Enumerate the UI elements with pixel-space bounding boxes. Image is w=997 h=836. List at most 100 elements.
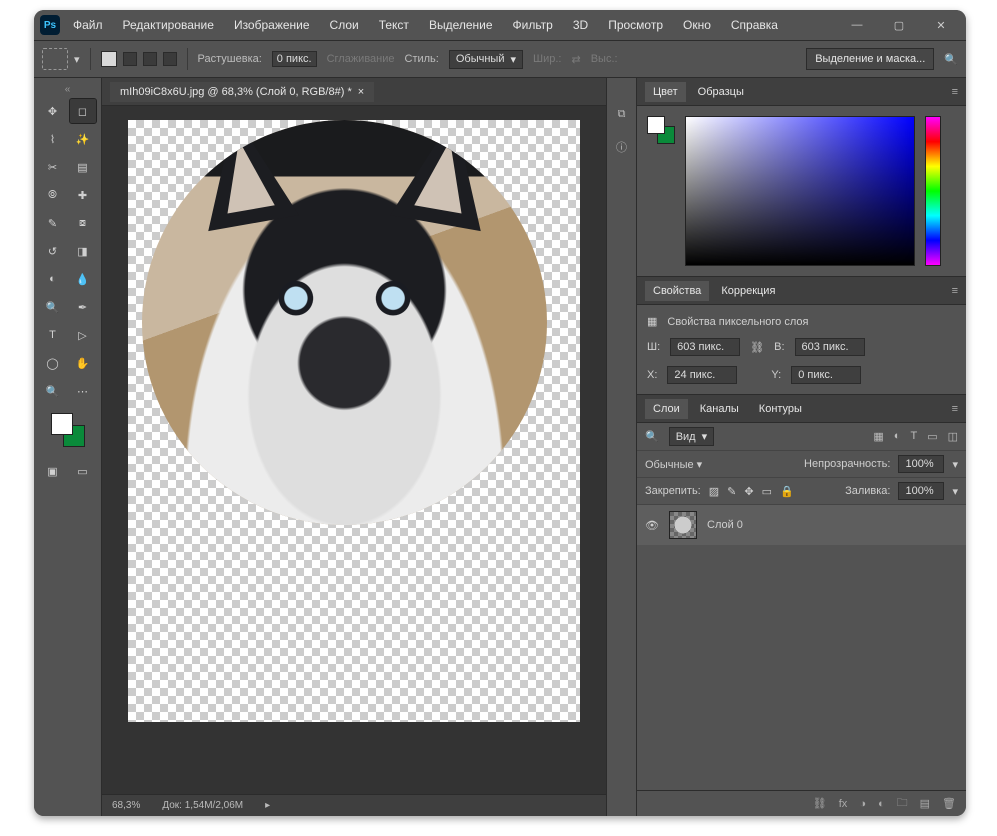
filter-adjust-icon[interactable]: ◐ [894, 430, 901, 443]
document-tab[interactable]: mIh09iC8x6U.jpg @ 68,3% (Слой 0, RGB/8#)… [110, 82, 374, 102]
menu-edit[interactable]: Редактирование [116, 14, 221, 36]
layer-name[interactable]: Слой 0 [707, 519, 743, 531]
mini-color-swatch[interactable] [647, 116, 675, 144]
marquee-tool[interactable]: ◻ [70, 99, 96, 123]
color-swatch[interactable] [51, 413, 85, 447]
info-panel-icon[interactable]: ⓘ [616, 139, 627, 155]
lock-all-icon[interactable]: 🔒 [780, 485, 794, 498]
shape-tool[interactable]: ◯ [40, 351, 66, 375]
menu-file[interactable]: Файл [66, 14, 110, 36]
tab-layers[interactable]: Слои [645, 399, 688, 419]
menu-select[interactable]: Выделение [422, 14, 500, 36]
eraser-tool[interactable]: ◨ [70, 239, 96, 263]
gradient-tool[interactable]: ◐ [40, 267, 66, 291]
panel-search-icon[interactable]: 🔍 [944, 53, 958, 66]
tab-channels[interactable]: Каналы [692, 399, 747, 419]
type-tool[interactable]: T [40, 323, 66, 347]
tab-swatches[interactable]: Образцы [690, 82, 752, 102]
eyedropper-tool[interactable]: ⦾ [40, 183, 66, 207]
layer-row[interactable]: 👁 Слой 0 [637, 505, 966, 545]
tab-adjustments[interactable]: Коррекция [713, 281, 783, 301]
window-maximize-button[interactable]: ▢ [880, 15, 918, 35]
new-layer-icon[interactable]: ▤ [920, 797, 930, 810]
menu-3d[interactable]: 3D [566, 14, 595, 36]
select-and-mask-button[interactable]: Выделение и маска... [806, 48, 934, 70]
new-adjustment-icon[interactable]: ◐ [878, 798, 885, 810]
selection-new-icon[interactable] [101, 51, 117, 67]
blend-mode-select[interactable]: Обычные ▾ [645, 458, 796, 471]
style-select[interactable]: Обычный ▾ [449, 50, 523, 69]
hue-slider[interactable] [925, 116, 941, 266]
fg-color-chip[interactable] [647, 116, 665, 134]
color-field[interactable] [685, 116, 915, 266]
filter-type-icon[interactable]: T [910, 430, 917, 443]
collapse-icon[interactable]: « [65, 84, 71, 95]
magic-wand-tool[interactable]: ✨ [70, 127, 96, 151]
canvas-viewport[interactable] [102, 106, 606, 794]
history-panel-icon[interactable]: ⧉ [618, 108, 626, 121]
lock-pixels-icon[interactable]: ✎ [727, 485, 736, 498]
x-input[interactable]: 24 пикс. [667, 366, 737, 384]
selection-intersect-icon[interactable] [163, 52, 177, 66]
lock-artboard-icon[interactable]: ▭ [762, 485, 772, 498]
foreground-color-swatch[interactable] [51, 413, 73, 435]
visibility-toggle-icon[interactable]: 👁 [645, 519, 659, 532]
history-brush-tool[interactable]: ↺ [40, 239, 66, 263]
width-input[interactable]: 603 пикс. [670, 338, 740, 356]
tab-properties[interactable]: Свойства [645, 281, 709, 301]
pen-tool[interactable]: ✒ [70, 295, 96, 319]
opacity-input[interactable]: 100% [898, 455, 944, 473]
tab-color[interactable]: Цвет [645, 82, 686, 102]
chevron-down-icon[interactable]: ▾ [952, 485, 958, 498]
chevron-down-icon[interactable]: ▾ [952, 458, 958, 471]
panel-menu-icon[interactable]: ≡ [952, 86, 958, 98]
close-icon[interactable]: × [358, 86, 364, 98]
lasso-tool[interactable]: ⌇ [40, 127, 66, 151]
window-minimize-button[interactable]: ― [838, 15, 876, 35]
selection-subtract-icon[interactable] [143, 52, 157, 66]
lock-position-icon[interactable]: ✥ [744, 485, 753, 498]
marquee-tool-icon[interactable] [42, 48, 68, 70]
edit-toolbar[interactable]: ⋯ [70, 379, 96, 403]
tab-paths[interactable]: Контуры [751, 399, 810, 419]
zoom-tool[interactable]: 🔍 [40, 379, 66, 403]
menu-layer[interactable]: Слои [323, 14, 366, 36]
fill-input[interactable]: 100% [898, 482, 944, 500]
panel-menu-icon[interactable]: ≡ [952, 403, 958, 415]
hand-tool[interactable]: ✋ [70, 351, 96, 375]
selection-add-icon[interactable] [123, 52, 137, 66]
menu-view[interactable]: Просмотр [601, 14, 670, 36]
healing-tool[interactable]: ✚ [70, 183, 96, 207]
layer-mask-icon[interactable]: ◑ [859, 798, 866, 810]
layer-thumbnail[interactable] [669, 511, 697, 539]
brush-tool[interactable]: ✎ [40, 211, 66, 235]
zoom-level[interactable]: 68,3% [112, 800, 140, 811]
menu-help[interactable]: Справка [724, 14, 785, 36]
filter-kind-select[interactable]: Вид ▾ [669, 427, 714, 446]
chevron-down-icon[interactable]: ▾ [74, 53, 80, 66]
menu-window[interactable]: Окно [676, 14, 718, 36]
menu-type[interactable]: Текст [372, 14, 416, 36]
link-layers-icon[interactable]: ⛓ [813, 797, 827, 810]
canvas[interactable] [128, 120, 580, 722]
layer-fx-icon[interactable]: fx [839, 798, 848, 810]
crop-tool[interactable]: ✂ [40, 155, 66, 179]
stamp-tool[interactable]: ⧇ [70, 211, 96, 235]
feather-input[interactable]: 0 пикс. [272, 51, 317, 67]
y-input[interactable]: 0 пикс. [791, 366, 861, 384]
lock-transparency-icon[interactable]: ▨ [709, 485, 719, 498]
filter-shape-icon[interactable]: ▭ [927, 430, 937, 443]
slice-tool[interactable]: ▤ [70, 155, 96, 179]
path-select-tool[interactable]: ▷ [70, 323, 96, 347]
panel-menu-icon[interactable]: ≡ [952, 285, 958, 297]
move-tool[interactable]: ✥ [40, 99, 66, 123]
delete-layer-icon[interactable]: 🗑 [942, 797, 956, 810]
blur-tool[interactable]: 💧 [70, 267, 96, 291]
height-input[interactable]: 603 пикс. [795, 338, 865, 356]
filter-pixel-icon[interactable]: ▦ [873, 430, 883, 443]
window-close-button[interactable]: ✕ [922, 15, 960, 35]
quick-mask-toggle[interactable]: ▣ [40, 459, 66, 483]
menu-filter[interactable]: Фильтр [506, 14, 560, 36]
filter-smart-icon[interactable]: ◫ [948, 430, 958, 443]
menu-image[interactable]: Изображение [227, 14, 317, 36]
